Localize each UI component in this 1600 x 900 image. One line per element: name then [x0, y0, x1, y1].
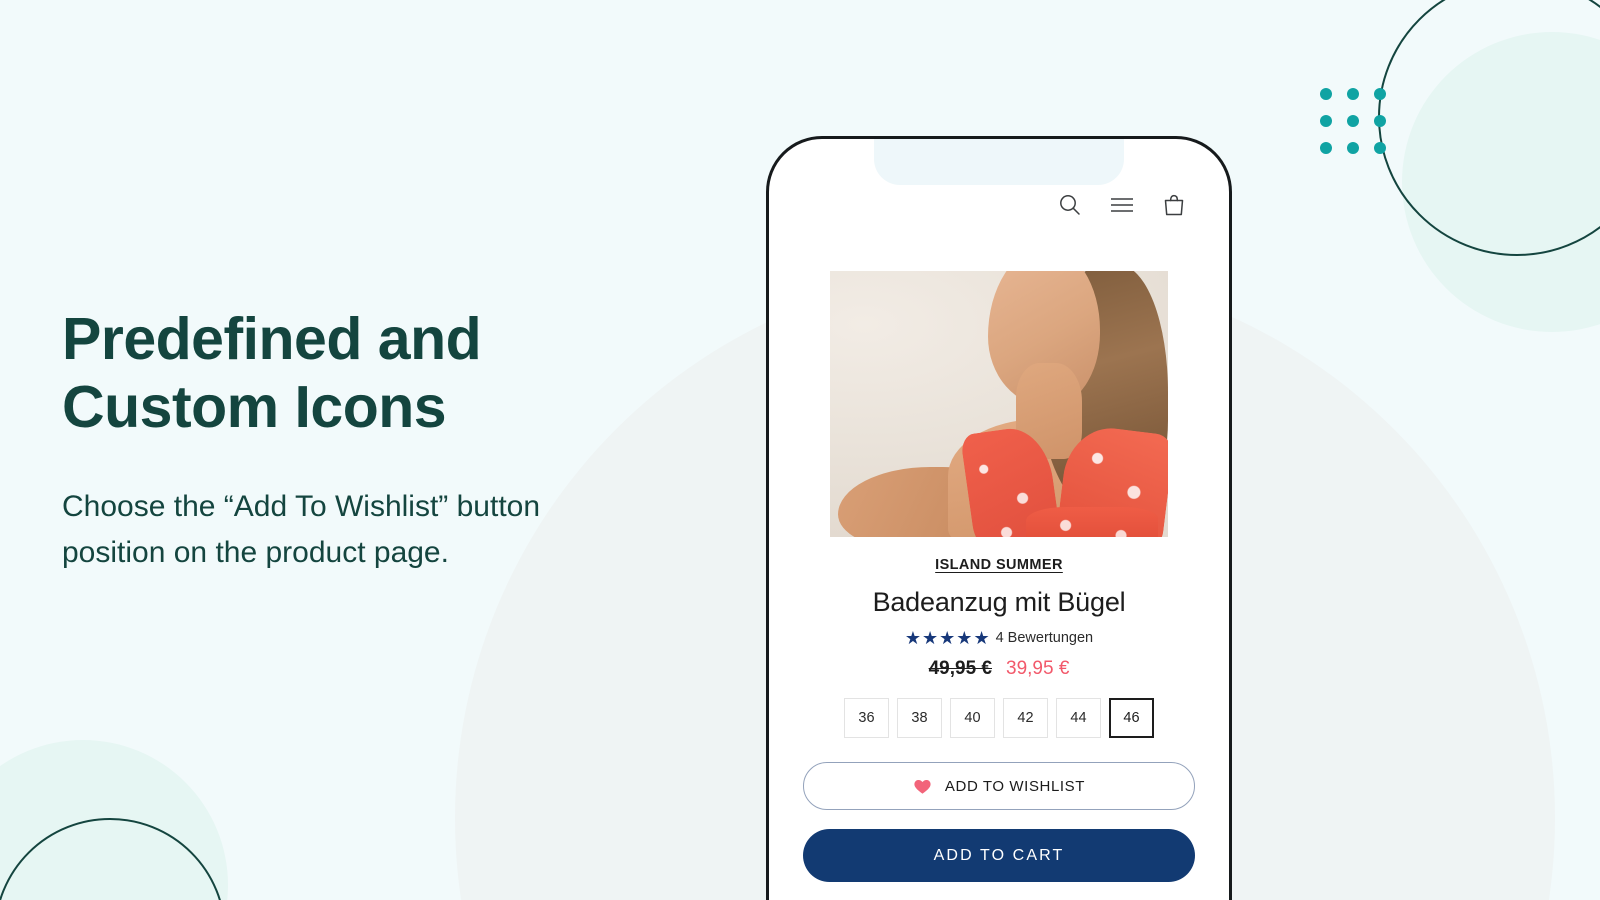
grid-dot — [1347, 142, 1359, 154]
headline-line-2: Custom Icons — [62, 374, 447, 441]
headline-line-1: Predefined and — [62, 306, 482, 372]
shopping-bag-icon[interactable] — [1159, 190, 1189, 220]
app-navbar — [803, 139, 1195, 271]
grid-dot — [1320, 142, 1332, 154]
size-selector: 36 38 40 42 44 46 — [803, 698, 1195, 738]
add-to-cart-button[interactable]: ADD TO CART — [803, 829, 1195, 882]
page-title: Predefined and Custom Icons — [62, 305, 722, 442]
grid-dot — [1320, 88, 1332, 100]
rating-count-label: 4 Bewertungen — [995, 630, 1094, 646]
promo-slide: Predefined and Custom Icons Choose the “… — [0, 0, 1600, 900]
add-to-cart-label: ADD TO CART — [933, 846, 1065, 864]
hamburger-menu-icon[interactable] — [1107, 190, 1137, 220]
phone-mockup: ISLAND SUMMER Badeanzug mit Bügel ★ ★ ★ … — [766, 136, 1232, 900]
product-rating[interactable]: ★ ★ ★ ★ ★ 4 Bewertungen — [803, 629, 1195, 647]
search-icon[interactable] — [1055, 190, 1085, 220]
grid-dot — [1320, 115, 1332, 127]
phone-screen: ISLAND SUMMER Badeanzug mit Bügel ★ ★ ★ … — [769, 139, 1229, 900]
product-price: 49,95 € 39,95 € — [803, 658, 1195, 680]
star-icon: ★ — [973, 628, 990, 648]
add-to-wishlist-button[interactable]: ADD TO WISHLIST — [803, 762, 1195, 810]
grid-dot — [1347, 88, 1359, 100]
size-option-46[interactable]: 46 — [1109, 698, 1154, 738]
product-brand[interactable]: ISLAND SUMMER — [803, 557, 1195, 573]
grid-dot — [1374, 142, 1386, 154]
heart-icon — [914, 779, 931, 794]
subcopy-line-1: Choose the “Add To Wishlist” button — [62, 489, 541, 523]
star-icon: ★ — [939, 628, 956, 648]
product-image[interactable] — [830, 271, 1168, 537]
dot-grid-decoration — [1320, 88, 1386, 154]
size-option-36[interactable]: 36 — [844, 698, 889, 738]
star-icon: ★ — [956, 628, 973, 648]
price-sale: 39,95 € — [1006, 658, 1070, 679]
price-original: 49,95 € — [928, 658, 992, 679]
star-rating-icons: ★ ★ ★ ★ ★ — [905, 629, 990, 647]
size-option-42[interactable]: 42 — [1003, 698, 1048, 738]
size-option-40[interactable]: 40 — [950, 698, 995, 738]
add-to-wishlist-label: ADD TO WISHLIST — [944, 777, 1086, 795]
grid-dot — [1347, 115, 1359, 127]
size-option-44[interactable]: 44 — [1056, 698, 1101, 738]
star-icon: ★ — [922, 628, 939, 648]
star-icon: ★ — [904, 628, 922, 648]
grid-dot — [1374, 115, 1386, 127]
product-title: Badeanzug mit Bügel — [872, 587, 1126, 617]
page-subtitle: Choose the “Add To Wishlist” button posi… — [62, 484, 722, 577]
grid-dot — [1374, 88, 1386, 100]
subcopy-line-2: position on the product page. — [62, 536, 449, 570]
marketing-copy: Predefined and Custom Icons Choose the “… — [62, 305, 722, 577]
size-option-38[interactable]: 38 — [897, 698, 942, 738]
